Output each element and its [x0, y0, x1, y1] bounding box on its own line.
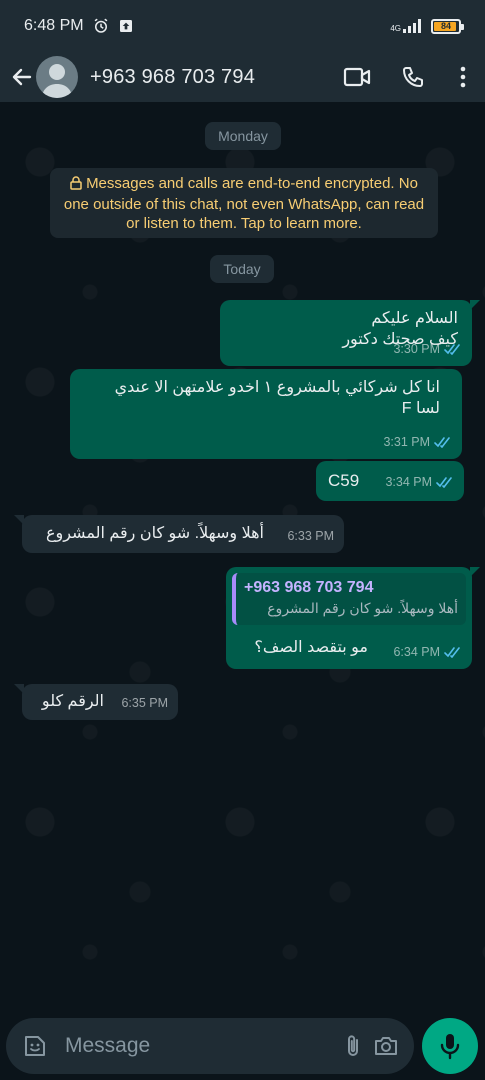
microphone-button[interactable] — [422, 1018, 478, 1074]
battery-level: 84 — [440, 21, 451, 31]
lock-icon — [70, 176, 82, 195]
quoted-message[interactable]: +963 968 703 794 أهلا وسهلاً. شو كان رقم… — [232, 573, 466, 625]
message-bubble-outgoing-reply[interactable]: +963 968 703 794 أهلا وسهلاً. شو كان رقم… — [226, 567, 480, 669]
status-bar: 6:48 PM 4G 84 — [0, 0, 485, 52]
battery-icon: 84 — [431, 18, 464, 34]
message-text: أهلا وسهلاً. شو كان رقم المشروع — [45, 525, 264, 542]
quoted-text: أهلا وسهلاً. شو كان رقم المشروع — [267, 600, 458, 616]
message-bubble-incoming[interactable]: أهلا وسهلاً. شو كان رقم المشروع 6:33 PM — [14, 515, 344, 553]
message-meta: 3:34 PM — [385, 472, 454, 493]
more-options-icon[interactable] — [441, 55, 485, 99]
message-text: الرقم كلو — [41, 693, 104, 710]
message-meta: 6:35 PM — [121, 693, 168, 714]
message-time: 3:31 PM — [383, 435, 430, 449]
message-time: 3:34 PM — [385, 475, 432, 489]
chat-messages-area[interactable]: Monday Messages and calls are end-to-end… — [0, 102, 485, 1010]
message-bubble-outgoing[interactable]: C59 3:34 PM — [316, 461, 464, 501]
message-meta: 6:33 PM — [287, 526, 334, 547]
status-right-group: 4G 84 — [390, 18, 464, 34]
read-ticks-icon — [436, 477, 454, 488]
message-text: مو بتقصد الصف؟ — [254, 639, 368, 656]
video-call-icon[interactable] — [329, 55, 385, 99]
quoted-sender: +963 968 703 794 — [244, 579, 374, 596]
message-meta: 6:34 PM — [393, 642, 462, 663]
message-input-container[interactable] — [6, 1018, 414, 1074]
sticker-icon[interactable] — [18, 1026, 51, 1066]
read-ticks-icon — [434, 437, 452, 448]
message-time: 6:34 PM — [393, 645, 440, 659]
date-separator-monday: Monday — [205, 122, 281, 150]
message-time: 3:30 PM — [393, 342, 440, 356]
signal-icon — [403, 19, 421, 33]
read-ticks-icon — [444, 344, 462, 355]
contact-name[interactable]: +963 968 703 794 — [90, 66, 255, 89]
message-bubble-outgoing[interactable]: انا كل شركائي بالمشروع ١ اخدو علامتهن ال… — [70, 369, 462, 459]
microphone-icon — [440, 1034, 460, 1060]
encryption-notice[interactable]: Messages and calls are end-to-end encryp… — [50, 168, 438, 238]
message-time: 6:35 PM — [121, 696, 168, 710]
read-ticks-icon — [444, 647, 462, 658]
status-time: 6:48 PM — [24, 17, 84, 34]
chat-header: +963 968 703 794 — [0, 52, 485, 102]
message-composer — [0, 1010, 485, 1080]
message-time: 6:33 PM — [287, 529, 334, 543]
network-indicator: 4G — [390, 19, 425, 33]
voice-call-icon[interactable] — [385, 55, 441, 99]
message-meta: 3:30 PM — [393, 339, 462, 360]
date-separator-today: Today — [210, 255, 274, 283]
upload-notification-icon — [118, 18, 134, 34]
camera-icon[interactable] — [369, 1026, 402, 1066]
contact-avatar[interactable] — [36, 56, 78, 98]
message-bubble-outgoing[interactable]: السلام عليكم كيف صحتك دكتور 3:30 PM — [220, 300, 480, 366]
message-input[interactable] — [65, 1034, 336, 1058]
message-text: انا كل شركائي بالمشروع ١ اخدو علامتهن ال… — [114, 379, 440, 417]
encryption-notice-text: Messages and calls are end-to-end encryp… — [63, 175, 425, 232]
header-actions — [329, 55, 485, 99]
alarm-icon — [92, 17, 110, 35]
network-type-label: 4G — [390, 24, 401, 33]
message-bubble-incoming[interactable]: الرقم كلو 6:35 PM — [14, 684, 178, 720]
message-meta: 3:31 PM — [383, 432, 452, 453]
message-text: C59 — [328, 471, 360, 490]
attach-icon[interactable] — [336, 1026, 369, 1066]
